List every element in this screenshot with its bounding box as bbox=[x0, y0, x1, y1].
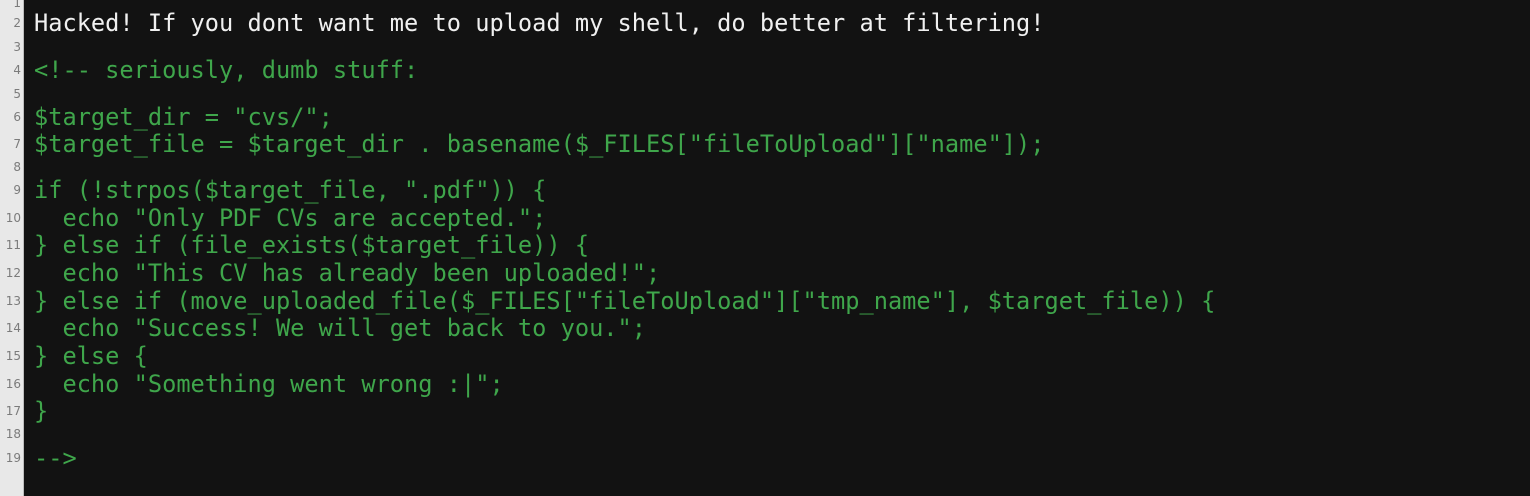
code-line-4: 4 <!-- seriously, dumb stuff: bbox=[0, 58, 1530, 82]
line-number: 19 bbox=[5, 451, 21, 465]
line-number: 18 bbox=[5, 427, 21, 441]
line-number: 4 bbox=[13, 63, 21, 77]
line-text: <!-- seriously, dumb stuff: bbox=[34, 56, 419, 84]
line-number: 9 bbox=[13, 183, 21, 197]
line-number: 3 bbox=[13, 40, 21, 54]
code-line-2: 2 Hacked! If you dont want me to upload … bbox=[0, 11, 1530, 35]
line-text: } bbox=[34, 397, 49, 425]
line-text: } else { bbox=[34, 342, 148, 370]
code-line-12: 12 echo "This CV has already been upload… bbox=[0, 261, 1530, 285]
code-line-14: 14 echo "Success! We will get back to yo… bbox=[0, 316, 1530, 340]
line-number: 6 bbox=[13, 110, 21, 124]
code-line-11: 11 } else if (file_exists($target_file))… bbox=[0, 233, 1530, 257]
code-line-7: 7 $target_file = $target_dir . basename(… bbox=[0, 132, 1530, 156]
line-text: $target_dir = "cvs/"; bbox=[34, 103, 333, 131]
source-viewer: 1 2 Hacked! If you dont want me to uploa… bbox=[0, 0, 1530, 496]
line-text: $target_file = $target_dir . basename($_… bbox=[34, 130, 1045, 158]
code-line-13: 13 } else if (move_uploaded_file($_FILES… bbox=[0, 289, 1530, 313]
line-number: 5 bbox=[13, 87, 21, 101]
line-number: 11 bbox=[5, 238, 21, 252]
line-number: 17 bbox=[5, 404, 21, 418]
line-text: if (!strpos($target_file, ".pdf")) { bbox=[34, 176, 547, 204]
code-line-9: 9 if (!strpos($target_file, ".pdf")) { bbox=[0, 178, 1530, 202]
code-line-15: 15 } else { bbox=[0, 344, 1530, 368]
line-number: 8 bbox=[13, 160, 21, 174]
line-text: echo "Something went wrong :|"; bbox=[34, 370, 504, 398]
code-line-6: 6 $target_dir = "cvs/"; bbox=[0, 105, 1530, 129]
line-text: echo "This CV has already been uploaded!… bbox=[34, 259, 661, 287]
line-number: 10 bbox=[5, 211, 21, 225]
code-line-16: 16 echo "Something went wrong :|"; bbox=[0, 372, 1530, 396]
line-number: 1 bbox=[13, 0, 21, 10]
line-text: echo "Only PDF CVs are accepted."; bbox=[34, 204, 547, 232]
line-number: 13 bbox=[5, 294, 21, 308]
line-text: echo "Success! We will get back to you."… bbox=[34, 314, 647, 342]
code-line-19: 19 --> bbox=[0, 446, 1530, 470]
line-number: 15 bbox=[5, 349, 21, 363]
line-text: } else if (file_exists($target_file)) { bbox=[34, 231, 590, 259]
line-text: --> bbox=[34, 444, 77, 472]
line-text: Hacked! If you dont want me to upload my… bbox=[34, 9, 1045, 37]
code-line-17: 17 } bbox=[0, 399, 1530, 423]
line-number: 12 bbox=[5, 266, 21, 280]
line-number: 16 bbox=[5, 377, 21, 391]
line-number: 7 bbox=[13, 137, 21, 151]
line-number: 14 bbox=[5, 321, 21, 335]
line-text: } else if (move_uploaded_file($_FILES["f… bbox=[34, 287, 1216, 315]
code-line-18: 18 bbox=[0, 422, 1530, 446]
line-number: 2 bbox=[13, 16, 21, 30]
code-line-10: 10 echo "Only PDF CVs are accepted."; bbox=[0, 206, 1530, 230]
